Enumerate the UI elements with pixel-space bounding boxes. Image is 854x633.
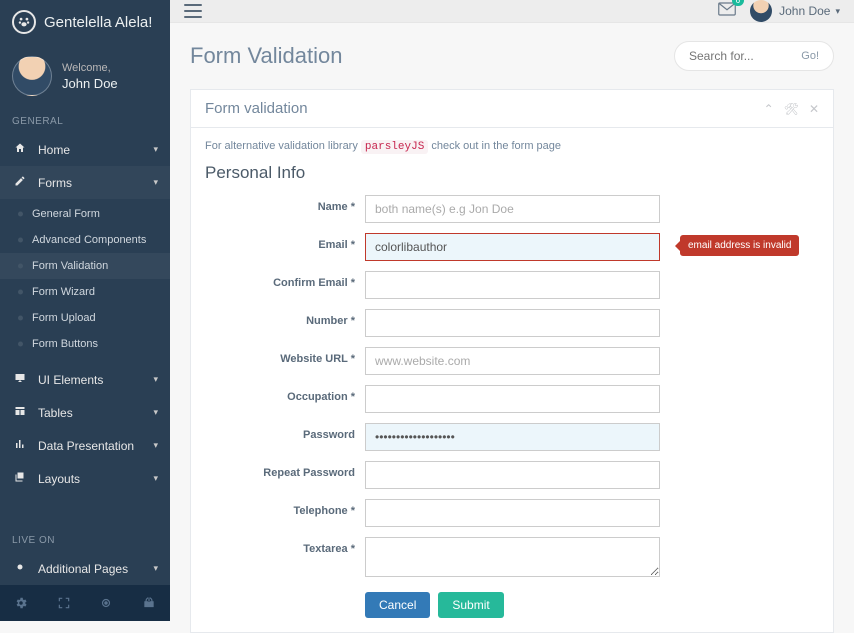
telephone-field[interactable]	[365, 499, 660, 527]
note: For alternative validation library parsl…	[205, 140, 819, 153]
chevron-down-icon: ▾	[835, 6, 840, 17]
section-liveon: LIVE ON	[0, 529, 170, 552]
nav-tables-label: Tables	[38, 406, 73, 420]
password-field[interactable]	[365, 423, 660, 451]
nav-ui[interactable]: UI Elements ▾	[0, 363, 170, 396]
table-icon	[12, 405, 28, 420]
confirm-email-field[interactable]	[365, 271, 660, 299]
user-name: John Doe	[779, 4, 830, 18]
name-field[interactable]	[365, 195, 660, 223]
nav-forms[interactable]: Forms ▾	[0, 166, 170, 199]
logout-button[interactable]	[128, 585, 171, 621]
label-occupation: Occupation *	[205, 385, 365, 403]
chevron-down-icon: ▾	[153, 407, 158, 418]
section-general: GENERAL	[0, 110, 170, 133]
section-title: Personal Info	[205, 163, 819, 183]
website-field[interactable]	[365, 347, 660, 375]
wrench-icon[interactable]: 🛠	[784, 102, 799, 116]
nav-tables[interactable]: Tables ▾	[0, 396, 170, 429]
menu-toggle-icon[interactable]	[184, 4, 202, 18]
textarea-field[interactable]	[365, 537, 660, 577]
profile-name: John Doe	[62, 76, 118, 91]
nav-additional[interactable]: Additional Pages ▾	[0, 552, 170, 585]
repeat-password-field[interactable]	[365, 461, 660, 489]
label-password: Password	[205, 423, 365, 441]
welcome-text: Welcome,	[62, 62, 118, 74]
search-go-button[interactable]: Go!	[801, 50, 819, 62]
lock-button[interactable]	[85, 585, 128, 621]
label-repeat: Repeat Password	[205, 461, 365, 479]
page-title: Form Validation	[190, 43, 342, 69]
chevron-down-icon: ▾	[153, 563, 158, 574]
forms-subnav: General Form Advanced Components Form Va…	[0, 199, 170, 363]
label-name: Name *	[205, 195, 365, 213]
sidebar: Gentelella Alela! Welcome, John Doe GENE…	[0, 0, 170, 621]
nav-home[interactable]: Home ▾	[0, 133, 170, 166]
label-website: Website URL *	[205, 347, 365, 365]
label-textarea: Textarea *	[205, 537, 365, 555]
brand-title: Gentelella Alela!	[44, 14, 152, 31]
search-input[interactable]	[689, 49, 779, 63]
paw-icon	[12, 10, 36, 34]
nav-layouts[interactable]: Layouts ▾	[0, 462, 170, 495]
note-code: parsleyJS	[361, 140, 428, 154]
search-box[interactable]: Go!	[674, 41, 834, 71]
chevron-down-icon: ▾	[153, 374, 158, 385]
chevron-down-icon: ▾	[153, 177, 158, 188]
subnav-wizard[interactable]: Form Wizard	[0, 279, 170, 305]
subnav-buttons[interactable]: Form Buttons	[0, 331, 170, 357]
notifications-badge: 6	[732, 0, 744, 6]
avatar	[750, 0, 772, 22]
page-head: Form Validation Go!	[170, 23, 854, 81]
nav-ui-label: UI Elements	[38, 373, 103, 387]
topbar: 6 John Doe ▾	[170, 0, 854, 23]
avatar	[12, 56, 52, 96]
chevron-down-icon: ▾	[153, 144, 158, 155]
panel: Form validation ⌃ 🛠 ✕ For alternative va…	[190, 89, 834, 633]
chevron-down-icon: ▾	[153, 440, 158, 451]
notifications-button[interactable]: 6	[718, 2, 736, 21]
label-number: Number *	[205, 309, 365, 327]
bug-icon	[12, 561, 28, 576]
panel-title: Form validation	[205, 100, 308, 117]
submit-button[interactable]: Submit	[438, 592, 503, 618]
brand[interactable]: Gentelella Alela!	[0, 0, 170, 44]
nav-forms-label: Forms	[38, 176, 72, 190]
home-icon	[12, 142, 28, 157]
email-field[interactable]	[365, 233, 660, 261]
chevron-down-icon: ▾	[153, 473, 158, 484]
subnav-validation[interactable]: Form Validation	[0, 253, 170, 279]
footer-bar	[0, 585, 170, 621]
profile-block: Welcome, John Doe	[0, 44, 170, 110]
subnav-general-form[interactable]: General Form	[0, 201, 170, 227]
number-field[interactable]	[365, 309, 660, 337]
nav-home-label: Home	[38, 143, 70, 157]
fullscreen-button[interactable]	[43, 585, 86, 621]
user-menu[interactable]: John Doe ▾	[750, 0, 840, 22]
main: 6 John Doe ▾ Form Validation Go! Form va…	[170, 0, 854, 621]
nav-additional-label: Additional Pages	[38, 562, 128, 576]
label-telephone: Telephone *	[205, 499, 365, 517]
collapse-icon[interactable]: ⌃	[764, 102, 774, 116]
chart-icon	[12, 438, 28, 453]
desktop-icon	[12, 372, 28, 387]
subnav-advanced[interactable]: Advanced Components	[0, 227, 170, 253]
label-confirm: Confirm Email *	[205, 271, 365, 289]
close-icon[interactable]: ✕	[809, 102, 819, 116]
subnav-upload[interactable]: Form Upload	[0, 305, 170, 331]
nav-layouts-label: Layouts	[38, 472, 80, 486]
clone-icon	[12, 471, 28, 486]
email-error: email address is invalid	[680, 235, 799, 256]
edit-icon	[12, 175, 28, 190]
settings-button[interactable]	[0, 585, 43, 621]
nav-data-label: Data Presentation	[38, 439, 134, 453]
occupation-field[interactable]	[365, 385, 660, 413]
label-email: Email *	[205, 233, 365, 251]
nav-data[interactable]: Data Presentation ▾	[0, 429, 170, 462]
cancel-button[interactable]: Cancel	[365, 592, 430, 618]
